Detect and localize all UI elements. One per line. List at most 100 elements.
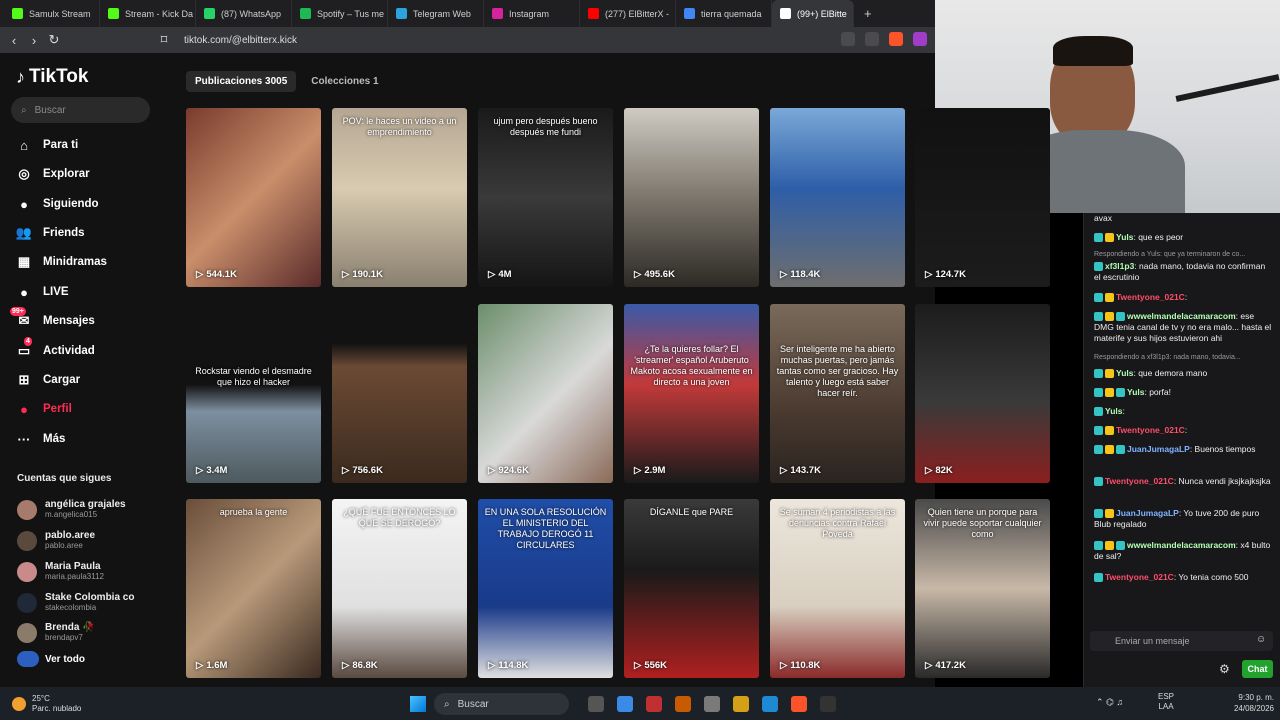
browser-tab[interactable]: Spotify – Tus me (292, 0, 388, 27)
video-thumbnail[interactable]: ¿QUÉ FUE ENTONCES LO QUE SE DEROGÓ? ▷ 86.8… (332, 499, 467, 678)
brave-shield-icon[interactable] (889, 32, 903, 46)
system-tray-icons[interactable]: ⌃ ⌬ ♫ (1096, 697, 1123, 708)
chat-send-button[interactable]: Chat (1242, 660, 1273, 678)
back-icon[interactable]: ‹ (4, 33, 24, 48)
sidebar-item-más[interactable]: ··· Más (16, 431, 66, 447)
badge-icon (1105, 293, 1114, 303)
video-thumbnail[interactable]: ▷ 118.4K (770, 108, 905, 287)
url-field[interactable]: tiktok.com/@elbitterx.kick (184, 35, 297, 46)
video-thumbnail[interactable]: ▷ 82K (915, 304, 1050, 483)
sidebar-item-explorar[interactable]: ◎ Explorar (16, 166, 89, 182)
edge-icon[interactable] (762, 696, 778, 712)
copilot-icon[interactable] (704, 696, 720, 712)
chat-username[interactable]: xf3l1p3 (1105, 261, 1134, 271)
video-thumbnail[interactable]: Ser inteligente me ha abierto muchas pue… (770, 304, 905, 483)
chat-username[interactable]: Yuls (1105, 406, 1122, 416)
browser-tab[interactable]: Stream - Kick Da (100, 0, 196, 27)
edit-icon[interactable] (675, 696, 691, 712)
widgets-icon[interactable] (617, 696, 633, 712)
see-all-button[interactable]: Ver todo (17, 651, 85, 667)
video-thumbnail[interactable]: ▷ 495.6K (624, 108, 759, 287)
sidebar-item-minidramas[interactable]: ▦ Minidramas (16, 254, 107, 270)
following-account[interactable]: Maria Paula maria.paula3112 (17, 561, 104, 582)
sidebar-item-mensajes[interactable]: ✉ 99+ Mensajes (10, 307, 95, 329)
view-count-label: 495.6K (644, 269, 675, 280)
following-account[interactable]: pablo.aree pablo.aree (17, 530, 95, 551)
video-thumbnail[interactable]: ujum pero después bueno después me fundi… (478, 108, 613, 287)
forward-icon[interactable]: › (24, 33, 44, 48)
browser-tab[interactable]: (277) ElBitterX - (580, 0, 676, 27)
chat-username[interactable]: Twentyone_021C (1105, 476, 1174, 486)
close-tab-icon[interactable]: × (853, 9, 854, 19)
tiktok-logo[interactable]: ♪ TikTok (16, 66, 88, 88)
taskbar-search[interactable]: ⌕ Buscar (434, 693, 569, 715)
chat-username[interactable]: JuanJumagaLP (1116, 508, 1179, 518)
bookmark-icon[interactable]: ⌑ (154, 32, 174, 48)
browser-tab[interactable]: Instagram (484, 0, 580, 27)
chat-username[interactable]: Twentyone_021C (1116, 425, 1185, 435)
chat-username[interactable]: Yuls (1116, 232, 1133, 242)
tab-colecciones[interactable]: Colecciones 1 (302, 71, 387, 92)
following-account[interactable]: Brenda 🥀 brendapv7 (17, 622, 95, 643)
play-icon: ▷ (634, 269, 642, 280)
cast-icon[interactable] (865, 32, 879, 46)
weather-widget[interactable]: 25°C Parc. nublado (12, 694, 81, 714)
following-account[interactable]: Stake Colombia co stakecolombia (17, 592, 134, 613)
files-icon[interactable] (733, 696, 749, 712)
browser-tab[interactable]: Telegram Web (388, 0, 484, 27)
search-input[interactable]: ⌕ Buscar (11, 97, 150, 123)
power-icon[interactable] (646, 696, 662, 712)
view-count-label: 86.8K (352, 660, 378, 671)
video-thumbnail[interactable]: DÍGANLE que PARE ▷ 556K (624, 499, 759, 678)
task-view-icon[interactable] (588, 696, 604, 712)
video-thumbnail[interactable]: aprueba la gente ▷ 1.6M (186, 499, 321, 678)
sidebar-item-para-ti[interactable]: ⌂ Para ti (16, 137, 78, 153)
chat-username[interactable]: Yuls (1127, 387, 1144, 397)
video-thumbnail[interactable]: Se suman 4 periodistas a las denuncias c… (770, 499, 905, 678)
chat-username[interactable]: wwwelmandelacamaracom (1127, 311, 1236, 321)
translate-icon[interactable] (841, 32, 855, 46)
messages-icon: ✉ 99+ (10, 307, 30, 328)
windows-start-icon[interactable] (410, 696, 426, 712)
sidebar-item-cargar[interactable]: ⊞ Cargar (16, 372, 81, 388)
browser-tab[interactable]: tierra quemada (676, 0, 772, 27)
brave-icon[interactable] (791, 696, 807, 712)
video-thumbnail[interactable]: ¿Te la quieres follar? El 'streamer' esp… (624, 304, 759, 483)
video-thumbnail[interactable]: ▷ 544.1K (186, 108, 321, 287)
view-count-label: 544.1K (206, 269, 237, 280)
video-thumbnail[interactable]: POV: le haces un video a un emprendimien… (332, 108, 467, 287)
chat-username[interactable]: wwwelmandelacamaracom (1127, 540, 1236, 550)
obs-icon[interactable] (820, 696, 836, 712)
brave-rewards-icon[interactable] (913, 32, 927, 46)
sidebar-item-live[interactable]: ● LIVE (16, 284, 69, 300)
browser-tab[interactable]: Samulx Stream (4, 0, 100, 27)
sidebar-item-friends[interactable]: 👥 Friends (16, 225, 85, 241)
video-thumbnail[interactable]: Rockstar viendo el desmadre que hizo el … (186, 304, 321, 483)
tab-publicaciones[interactable]: Publicaciones 3005 (186, 71, 297, 92)
sidebar-item-actividad[interactable]: ▭ 4 Actividad (16, 337, 95, 359)
avatar (17, 622, 37, 643)
video-thumbnail[interactable]: EN UNA SOLA RESOLUCIÓN EL MINISTERIO DEL… (478, 499, 613, 678)
language-indicator[interactable]: ESP LAA (1158, 692, 1174, 712)
emote-icon[interactable]: ☺ (1256, 634, 1266, 645)
chat-input[interactable]: Enviar un mensaje (1090, 631, 1273, 651)
browser-tab[interactable]: (99+) ElBitte × (772, 0, 854, 27)
chat-username[interactable]: Twentyone_021C (1116, 292, 1185, 302)
video-thumbnail[interactable]: Quien tiene un porque para vivir puede s… (915, 499, 1050, 678)
new-tab-icon[interactable]: + (864, 6, 872, 21)
chat-username[interactable]: Twentyone_021C (1105, 572, 1174, 582)
chat-username[interactable]: JuanJumagaLP (1127, 444, 1190, 454)
chat-username[interactable]: Yuls (1116, 368, 1133, 378)
reload-icon[interactable]: ↻ (44, 32, 64, 48)
video-thumbnail[interactable]: ▷ 756.6K (332, 304, 467, 483)
following-account[interactable]: angélica grajales m.angelica015 (17, 499, 126, 520)
sidebar-item-perfil[interactable]: ● Perfil (16, 401, 72, 417)
chat-message: JuanJumagaLP: Yo tuve 200 de puro Blub r… (1094, 508, 1274, 530)
video-thumbnail[interactable]: ▷ 924.6K (478, 304, 613, 483)
taskbar-clock[interactable]: 9:30 p. m. 24/08/2026 (1222, 692, 1274, 714)
video-thumbnail[interactable]: ▷ 124.7K (915, 108, 1050, 287)
settings-gear-icon[interactable]: ⚙ (1219, 662, 1230, 676)
sidebar-item-siguiendo[interactable]: ● Siguiendo (16, 196, 99, 212)
browser-tab[interactable]: (87) WhatsApp (196, 0, 292, 27)
badge-icon (1105, 233, 1114, 243)
